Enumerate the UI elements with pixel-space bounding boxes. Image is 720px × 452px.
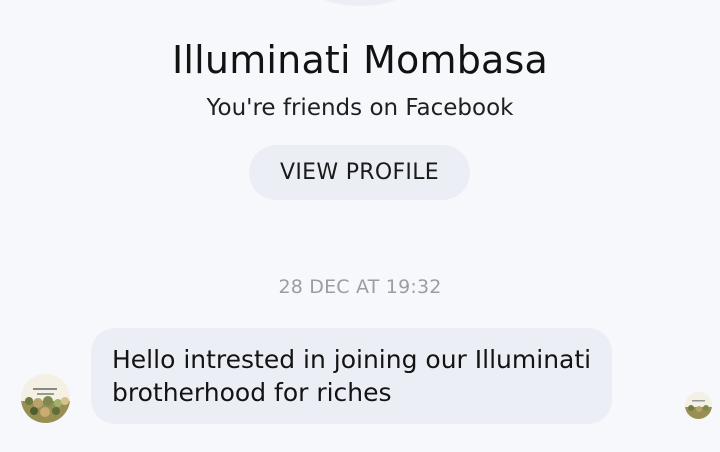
- friendship-status: You're friends on Facebook: [206, 95, 514, 121]
- contact-name: Illuminati Mombasa: [171, 38, 549, 82]
- incoming-message-row: Hello intrested in joining our Illuminat…: [0, 326, 720, 426]
- view-profile-button[interactable]: VIEW PROFILE: [249, 145, 470, 200]
- profile-picture-edge[interactable]: [310, 0, 410, 6]
- seen-avatar-icon: [685, 392, 712, 419]
- message-bubble[interactable]: Hello intrested in joining our Illuminat…: [91, 328, 612, 424]
- group-photo-icon: [21, 374, 70, 423]
- seen-indicator-icon: [685, 392, 712, 419]
- message-timestamp: 28 DEC AT 19:32: [278, 276, 442, 298]
- message-text: Hello intrested in joining our Illuminat…: [112, 345, 592, 407]
- sender-avatar-icon[interactable]: [21, 374, 70, 423]
